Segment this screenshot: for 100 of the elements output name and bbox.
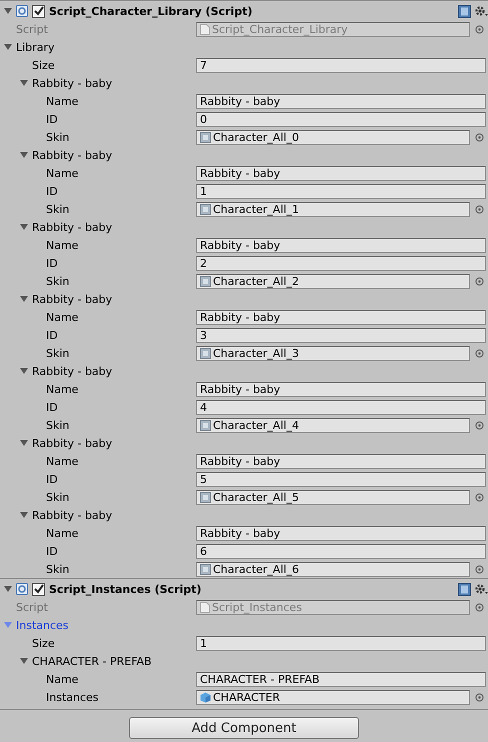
field-label: Name <box>46 526 78 540</box>
field-label: Skin <box>46 274 70 288</box>
text-field[interactable]: 6 <box>196 544 486 558</box>
text-field[interactable]: CHARACTER - PREFAB <box>196 672 486 686</box>
object-field[interactable]: Character_All_3 <box>196 346 470 360</box>
element-label[interactable]: Rabbity - baby <box>32 220 112 234</box>
text-field[interactable]: Rabbity - baby <box>196 94 486 108</box>
object-field[interactable]: Character_All_5 <box>196 490 470 504</box>
enabled-checkbox[interactable] <box>32 4 45 18</box>
object-picker-icon[interactable] <box>474 692 484 702</box>
element-label[interactable]: Rabbity - baby <box>32 292 112 306</box>
sprite-icon <box>200 564 211 574</box>
script-field: Script_Instances <box>196 600 470 614</box>
field-label: Name <box>46 454 78 468</box>
field-label: ID <box>46 328 58 342</box>
list-label[interactable]: Instances <box>16 618 69 632</box>
text-field[interactable]: Rabbity - baby <box>196 310 486 324</box>
script-field: Script_Character_Library <box>196 22 470 36</box>
object-picker-icon[interactable] <box>474 204 484 214</box>
field-label: Name <box>46 382 78 396</box>
text-field[interactable]: 1 <box>196 636 486 650</box>
sprite-icon <box>200 348 211 358</box>
text-field[interactable]: Rabbity - baby <box>196 382 486 396</box>
element-label[interactable]: Rabbity - baby <box>32 436 112 450</box>
object-picker-icon[interactable] <box>474 24 484 34</box>
expanded-arrow-icon[interactable] <box>4 43 13 51</box>
text-field[interactable]: 1 <box>196 184 486 198</box>
field-label: Name <box>46 238 78 252</box>
text-field[interactable]: 3 <box>196 328 486 342</box>
field-label: ID <box>46 544 58 558</box>
element-label[interactable]: Rabbity - baby <box>32 508 112 522</box>
field-label: Name <box>46 672 78 686</box>
text-field[interactable]: 0 <box>196 112 486 126</box>
object-field[interactable]: CHARACTER <box>196 690 470 704</box>
text-field[interactable]: Rabbity - baby <box>196 526 486 540</box>
object-picker-icon[interactable] <box>474 276 484 286</box>
object-picker-icon[interactable] <box>474 564 484 574</box>
object-field[interactable]: Character_All_0 <box>196 130 470 144</box>
field-label: Script <box>16 600 48 614</box>
cube-icon <box>200 692 211 702</box>
text-field[interactable]: Rabbity - baby <box>196 454 486 468</box>
field-label: ID <box>46 184 58 198</box>
field-label: Name <box>46 310 78 324</box>
sprite-icon <box>200 420 211 430</box>
script-file-icon <box>200 24 210 34</box>
object-picker-icon[interactable] <box>474 420 484 430</box>
text-field[interactable]: 4 <box>196 400 486 414</box>
text-field[interactable]: 7 <box>196 58 486 72</box>
field-label: ID <box>46 112 58 126</box>
script-icon <box>16 5 28 17</box>
field-label: Script <box>16 22 48 36</box>
object-picker-icon[interactable] <box>474 132 484 142</box>
object-picker-icon[interactable] <box>474 602 484 612</box>
text-field[interactable]: Rabbity - baby <box>196 238 486 252</box>
object-field[interactable]: Character_All_4 <box>196 418 470 432</box>
field-label: ID <box>46 400 58 414</box>
expanded-arrow-icon[interactable] <box>20 151 29 159</box>
expanded-arrow-icon[interactable] <box>20 657 29 665</box>
field-label: ID <box>46 472 58 486</box>
field-label: Skin <box>46 562 70 576</box>
text-field[interactable]: 5 <box>196 472 486 486</box>
field-label: Skin <box>46 346 70 360</box>
sprite-icon <box>200 132 211 142</box>
element-label[interactable]: Rabbity - baby <box>32 148 112 162</box>
settings-icon[interactable] <box>474 582 488 596</box>
script-file-icon <box>200 602 210 612</box>
object-picker-icon[interactable] <box>474 348 484 358</box>
element-label[interactable]: Rabbity - baby <box>32 76 112 90</box>
expanded-arrow-icon[interactable] <box>20 439 29 447</box>
field-label: Size <box>32 636 55 650</box>
field-label: Instances <box>46 690 99 704</box>
object-field[interactable]: Character_All_1 <box>196 202 470 216</box>
object-picker-icon[interactable] <box>474 492 484 502</box>
field-label: Skin <box>46 490 70 504</box>
expanded-arrow-icon[interactable] <box>20 223 29 231</box>
expanded-arrow-icon[interactable] <box>20 295 29 303</box>
enabled-checkbox[interactable] <box>32 582 45 596</box>
expanded-arrow-icon[interactable] <box>20 367 29 375</box>
component-title: Script_Instances (Script) <box>49 582 202 596</box>
settings-icon[interactable] <box>474 4 488 18</box>
component-title: Script_Character_Library (Script) <box>49 4 252 18</box>
text-field[interactable]: 2 <box>196 256 486 270</box>
add-component-button[interactable]: Add Component <box>129 717 359 739</box>
field-label: Skin <box>46 418 70 432</box>
expanded-arrow-icon[interactable] <box>4 585 13 593</box>
field-label: Name <box>46 94 78 108</box>
field-label: Skin <box>46 130 70 144</box>
object-field[interactable]: Character_All_6 <box>196 562 470 576</box>
script-icon <box>16 583 28 595</box>
text-field[interactable]: Rabbity - baby <box>196 166 486 180</box>
list-label[interactable]: Library <box>16 40 54 54</box>
sprite-icon <box>200 276 211 286</box>
expanded-arrow-icon[interactable] <box>20 79 29 87</box>
field-label: Size <box>32 58 55 72</box>
expanded-arrow-icon[interactable] <box>4 7 13 15</box>
expanded-arrow-icon[interactable] <box>20 511 29 519</box>
element-label[interactable]: CHARACTER - PREFAB <box>32 654 152 668</box>
object-field[interactable]: Character_All_2 <box>196 274 470 288</box>
element-label[interactable]: Rabbity - baby <box>32 364 112 378</box>
field-label: Skin <box>46 202 70 216</box>
